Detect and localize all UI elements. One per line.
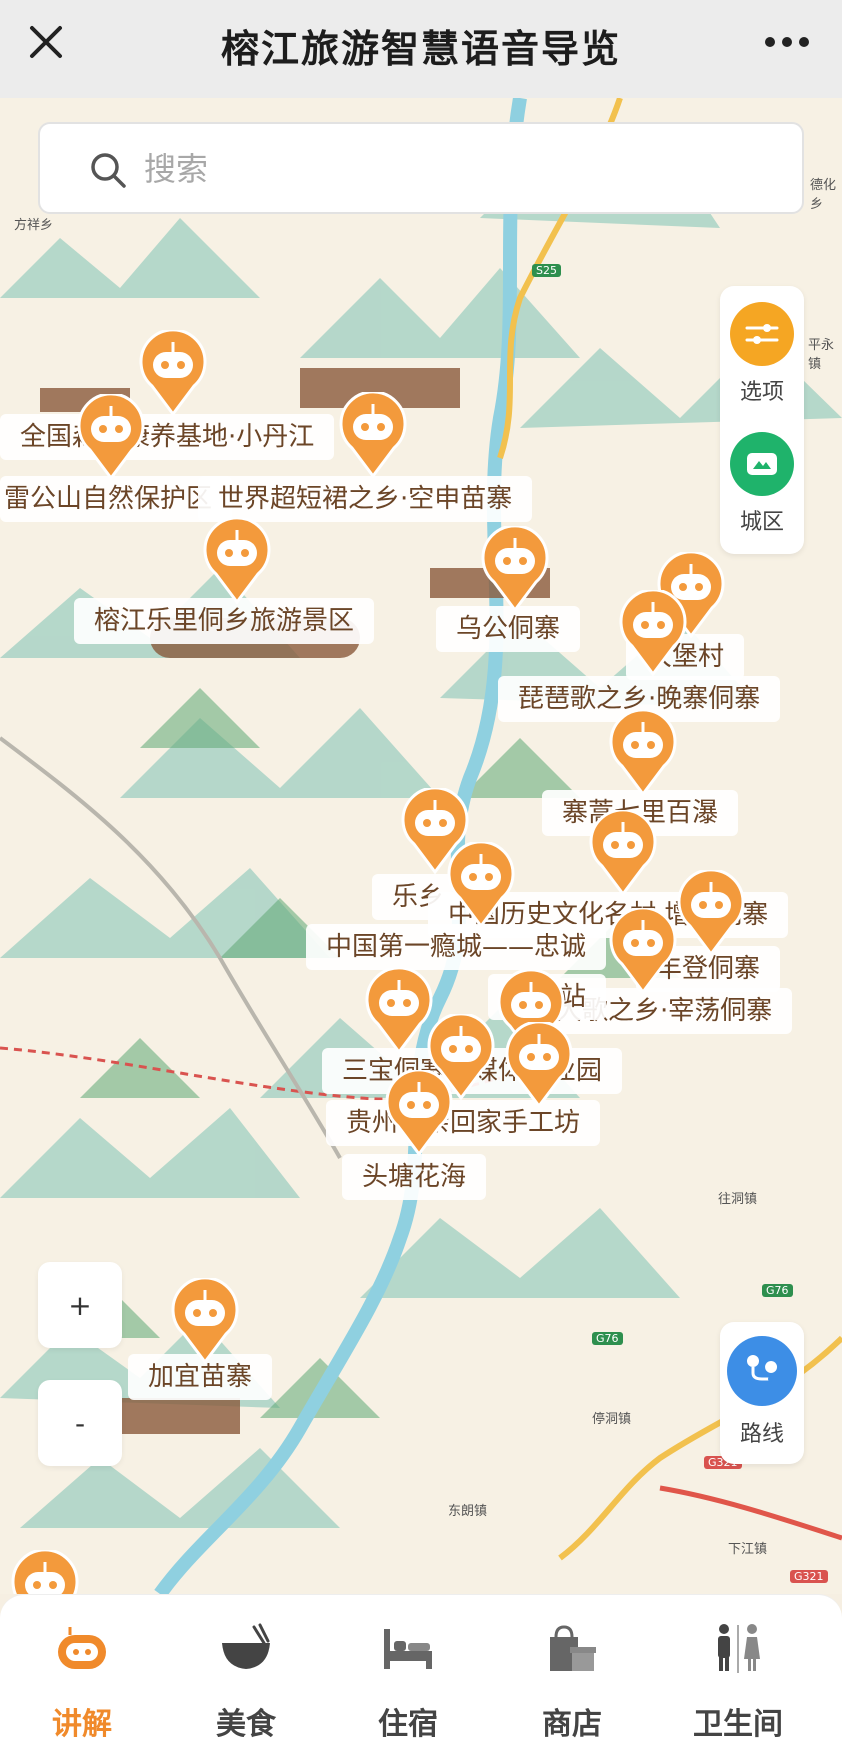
route-icon xyxy=(727,1336,797,1406)
bed-icon xyxy=(348,1619,468,1679)
place-name: 方祥乡 xyxy=(14,218,54,233)
title-bar: 榕江旅游智慧语音导览 xyxy=(0,0,842,98)
road-label: S25 xyxy=(532,264,561,277)
map-controls-panel: 选项 城区 xyxy=(720,286,804,554)
spot-label[interactable]: 世界超短裙之乡·空申苗寨 xyxy=(198,476,533,522)
spot-label[interactable]: 乌公侗寨 xyxy=(436,606,581,652)
audio-guide-marker[interactable] xyxy=(138,328,208,417)
road-label: G76 xyxy=(762,1284,793,1297)
road-label: G321 xyxy=(790,1570,828,1583)
spot-label[interactable]: 榕江乐里侗乡旅游景区 xyxy=(74,598,375,644)
audio-guide-marker[interactable] xyxy=(202,516,272,605)
nav-item-lodging[interactable]: 住宿 xyxy=(348,1619,468,1743)
audio-guide-marker[interactable] xyxy=(588,808,658,897)
nav-item-label: 卫生间 xyxy=(693,1707,783,1742)
bottom-nav: 讲解 美食 住宿 商店 卫生间 xyxy=(0,1594,842,1764)
audio-guide-marker[interactable] xyxy=(608,906,678,995)
place-name: 下江镇 xyxy=(728,1542,768,1557)
nav-item-food[interactable]: 美食 xyxy=(186,1619,306,1743)
place-name: 停洞镇 xyxy=(592,1412,632,1427)
nav-item-label: 讲解 xyxy=(52,1707,112,1742)
spot-label[interactable]: 头塘花海 xyxy=(342,1154,487,1200)
audio-guide-marker[interactable] xyxy=(480,524,550,613)
audio-guide-marker[interactable] xyxy=(76,392,146,481)
place-name: 往洞镇 xyxy=(718,1192,758,1207)
audio-guide-marker[interactable] xyxy=(504,1020,574,1109)
audio-guide-marker[interactable] xyxy=(338,390,408,479)
nav-item-guide[interactable]: 讲解 xyxy=(22,1619,142,1743)
audio-guide-marker[interactable] xyxy=(170,1276,240,1365)
audio-guide-marker[interactable] xyxy=(364,966,434,1055)
nav-item-restroom[interactable]: 卫生间 xyxy=(678,1619,798,1743)
search-icon xyxy=(91,153,126,188)
shop-icon xyxy=(512,1619,632,1679)
page-title: 榕江旅游智慧语音导览 xyxy=(220,27,621,71)
more-icon[interactable] xyxy=(762,32,812,52)
place-name: 东朗镇 xyxy=(448,1504,488,1519)
bowl-icon xyxy=(186,1619,306,1679)
place-name: 德化乡 xyxy=(810,178,837,212)
spot-label[interactable]: 中国第一瘾城——忠诚 xyxy=(306,924,607,970)
zoom-out-button[interactable]: - xyxy=(38,1380,122,1466)
nav-item-label: 商店 xyxy=(542,1707,602,1742)
sliders-icon xyxy=(730,302,794,366)
city-button[interactable]: 城区 xyxy=(720,432,804,536)
options-label: 选项 xyxy=(739,380,784,405)
search-input[interactable] xyxy=(144,142,744,196)
place-name: 平永镇 xyxy=(808,338,835,372)
audio-guide-marker[interactable] xyxy=(676,868,746,957)
robot-icon xyxy=(22,1619,142,1679)
road-label: G76 xyxy=(592,1332,623,1345)
search-bar[interactable] xyxy=(38,122,804,214)
spot-label[interactable]: 全国森林康养基地·小丹江 xyxy=(0,414,335,460)
map-view[interactable]: 方祥乡 德化乡 平永镇 往洞镇 停洞镇 东朗镇 下江镇 S25 G76 G76 … xyxy=(0,98,842,1594)
city-icon xyxy=(730,432,794,496)
route-button[interactable]: 路线 xyxy=(720,1322,804,1464)
nav-item-label: 住宿 xyxy=(378,1707,438,1742)
city-label: 城区 xyxy=(739,510,784,535)
audio-guide-marker[interactable] xyxy=(618,588,688,677)
zoom-in-button[interactable]: + xyxy=(38,1262,122,1348)
route-label: 路线 xyxy=(739,1422,784,1447)
nav-item-shop[interactable]: 商店 xyxy=(512,1619,632,1743)
audio-guide-marker[interactable] xyxy=(446,840,516,929)
nav-item-label: 美食 xyxy=(216,1707,276,1742)
restroom-icon xyxy=(678,1619,798,1679)
options-button[interactable]: 选项 xyxy=(720,302,804,406)
audio-guide-marker[interactable] xyxy=(10,1548,80,1594)
audio-guide-marker[interactable] xyxy=(384,1068,454,1157)
audio-guide-marker[interactable] xyxy=(608,708,678,797)
